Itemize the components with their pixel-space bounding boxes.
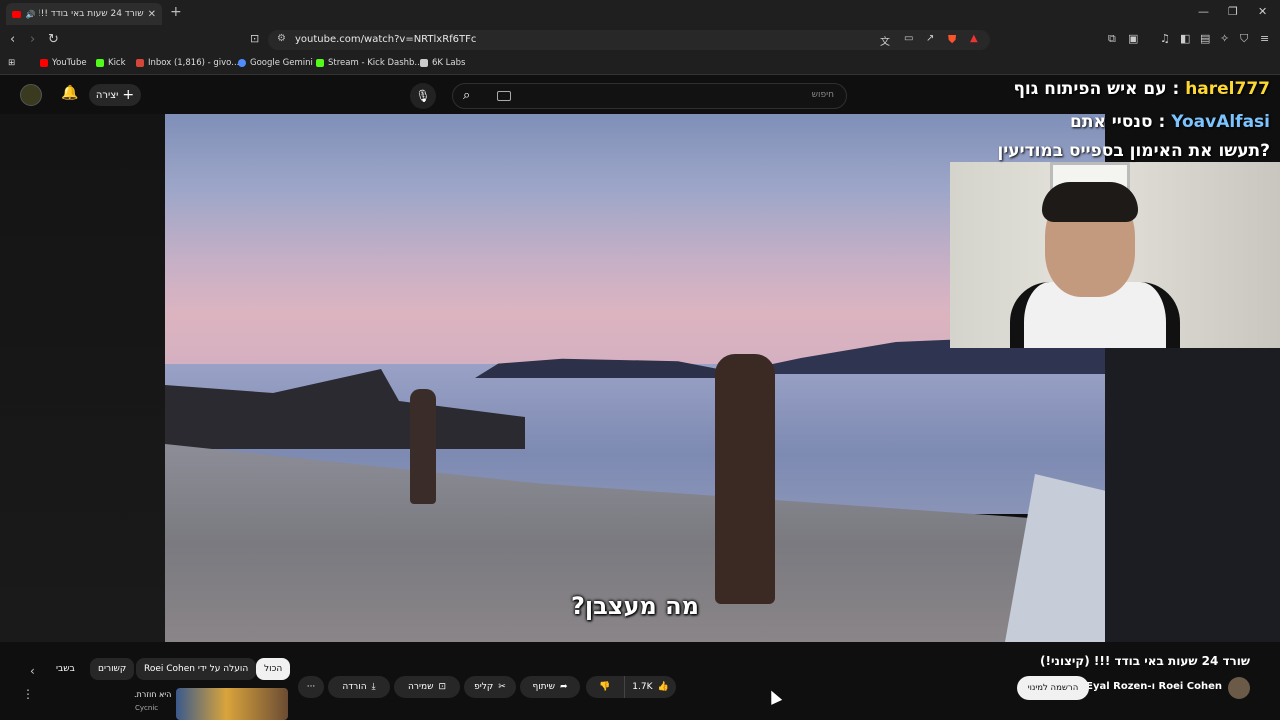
- maximize-button[interactable]: ❐: [1228, 5, 1238, 18]
- chips-scroll-left-icon[interactable]: ‹: [30, 664, 35, 678]
- translate-icon[interactable]: 文: [880, 33, 890, 48]
- audio-icon[interactable]: 🔊: [25, 10, 35, 19]
- brave-rewards-icon[interactable]: ▲: [970, 33, 978, 44]
- url-text: youtube.com/watch?v=NRTlxRf6TFc: [295, 34, 477, 45]
- rec-more-icon[interactable]: ⋮: [22, 687, 34, 701]
- channel-avatar[interactable]: [1228, 677, 1250, 699]
- bookmark-kick-dashboard[interactable]: Stream - Kick Dashb...: [316, 58, 423, 68]
- search-placeholder: חיפוש: [811, 90, 834, 100]
- wallet-icon[interactable]: ▣: [1128, 32, 1138, 45]
- share-button[interactable]: שיתוף ➦: [520, 676, 580, 698]
- 6klabs-icon: [420, 59, 428, 67]
- bookmark-youtube[interactable]: YouTube: [40, 58, 87, 68]
- video-subtitle: מה מעצבן?: [570, 592, 700, 620]
- video-title: שורד 24 שעות באי בודד !!! (קיצוני!): [1040, 654, 1250, 668]
- kick-icon: [96, 59, 104, 67]
- rec-video-thumbnail[interactable]: [176, 688, 288, 720]
- like-button[interactable]: 1.7K 👍: [624, 676, 676, 698]
- bookmark-icon[interactable]: ⊡: [250, 32, 259, 45]
- brave-shield-icon[interactable]: ⛊: [948, 33, 956, 47]
- chip-uploaded-by[interactable]: Roei Cohen הועלה על ידי: [136, 658, 257, 680]
- plus-icon: +: [122, 87, 135, 103]
- chat-text: עם איש הפיתוח גוף: [1013, 79, 1167, 99]
- bookmark-6klabs[interactable]: 6K Labs: [420, 58, 465, 68]
- save-button[interactable]: שמירה ⊡: [394, 676, 460, 698]
- leo-ai-icon[interactable]: ✧: [1220, 32, 1229, 45]
- chat-username: YoavAlfasi: [1171, 112, 1270, 132]
- new-tab-button[interactable]: +: [170, 4, 182, 20]
- bookmarks-bar: ⊞ YouTube Kick Inbox (1,816) - givo... G…: [0, 53, 1280, 75]
- thumbs-up-icon: 👍: [657, 682, 669, 692]
- rec-video-title[interactable]: היא חוזרת.: [134, 690, 171, 699]
- chip-all[interactable]: הכול: [256, 658, 291, 680]
- chat-message-3: ?תעשו את האימון בספייס במודיעין: [997, 141, 1270, 161]
- music-icon[interactable]: ♫: [1160, 32, 1170, 45]
- mic-icon: 🎙: [415, 89, 431, 103]
- gemini-icon: [238, 59, 246, 67]
- chat-text: ?תעשו את האימון בספייס במודיעין: [997, 141, 1270, 161]
- keyboard-icon[interactable]: [497, 91, 511, 101]
- save-bookmark-icon: ⊡: [438, 682, 446, 692]
- tab-title: שורד 24 שעות באי בודד !!! (קי: [39, 9, 144, 19]
- player-left-background: [0, 114, 165, 642]
- menu-icon[interactable]: ≡: [1260, 32, 1269, 45]
- reload-icon[interactable]: ↻: [48, 32, 59, 47]
- address-toolbar: ‹ › ↻ ⊡ ⚙ youtube.com/watch?v=NRTlxRf6TF…: [0, 27, 1280, 53]
- subscribe-button[interactable]: הרשמה למינוי: [1017, 676, 1089, 700]
- dislike-button[interactable]: 👎: [586, 676, 624, 698]
- chat-message-1: harel777 : עם איש הפיתוח גוף: [1013, 79, 1270, 99]
- chat-username: harel777: [1185, 79, 1270, 99]
- webcam-headphones: [1042, 182, 1138, 222]
- scissors-icon: ✂: [498, 682, 506, 692]
- minimize-button[interactable]: —: [1198, 5, 1209, 18]
- site-info-icon[interactable]: ⚙: [277, 33, 286, 44]
- bookmark-kick[interactable]: Kick: [96, 58, 126, 68]
- bookmark-gemini[interactable]: Google Gemini: [238, 58, 313, 68]
- search-icon[interactable]: ⌕: [463, 88, 470, 103]
- tab-search-icon[interactable]: ▤: [1200, 32, 1210, 45]
- share-arrow-icon: ➦: [559, 682, 568, 692]
- channel-name[interactable]: Eyal Rozen-ו Roei Cohen: [1086, 681, 1222, 692]
- notifications-bell-icon[interactable]: 🔔: [61, 85, 78, 101]
- search-input[interactable]: ⌕ חיפוש: [452, 83, 847, 109]
- close-window-button[interactable]: ✕: [1258, 5, 1267, 18]
- forward-icon[interactable]: ›: [30, 32, 35, 47]
- chat-message-2: YoavAlfasi : סנסיי אתם: [1070, 112, 1270, 132]
- below-video-area: שורד 24 שעות באי בודד !!! (קיצוני!) Eyal…: [0, 642, 1280, 720]
- download-icon: ⤓: [371, 682, 376, 692]
- url-bar[interactable]: ⚙ youtube.com/watch?v=NRTlxRf6TFc 文 ▭ ↗ …: [268, 30, 990, 50]
- thumbs-down-icon: 👎: [599, 682, 611, 692]
- youtube-icon: [40, 59, 48, 67]
- kick-icon: [316, 59, 324, 67]
- cast-icon[interactable]: ▭: [904, 33, 913, 44]
- back-icon[interactable]: ‹: [10, 32, 15, 47]
- video-person-center: [715, 354, 775, 604]
- download-button[interactable]: הורדה ⤓: [328, 676, 390, 698]
- apps-grid-icon[interactable]: ⊞: [8, 58, 15, 68]
- player-right-background: [1105, 348, 1280, 642]
- clip-button[interactable]: קליפ ✂: [464, 676, 516, 698]
- webcam-overlay: [950, 162, 1280, 348]
- rec-channel-name[interactable]: Cycnic: [135, 704, 158, 712]
- create-button[interactable]: יצירה +: [89, 84, 141, 106]
- vpn-icon[interactable]: ⛉: [1240, 32, 1248, 46]
- chip-related[interactable]: קשורים: [90, 658, 135, 680]
- more-actions-button[interactable]: ···: [298, 676, 324, 698]
- gmail-icon: [136, 59, 144, 67]
- tab-close-icon[interactable]: ✕: [148, 9, 156, 20]
- chip-filter-4[interactable]: בשבי: [48, 658, 83, 680]
- bookmark-gmail[interactable]: Inbox (1,816) - givo...: [136, 58, 239, 68]
- sidebar-icon[interactable]: ◧: [1180, 32, 1190, 45]
- extensions-icon[interactable]: ⧉: [1108, 32, 1116, 46]
- browser-tab-bar: 🔊 שורד 24 שעות באי בודד !!! (קי ✕ + — ❐ …: [0, 0, 1280, 27]
- account-avatar[interactable]: [20, 84, 42, 106]
- chat-text: סנסיי אתם: [1070, 112, 1153, 132]
- browser-tab-youtube[interactable]: 🔊 שורד 24 שעות באי בודד !!! (קי ✕: [6, 3, 162, 25]
- youtube-favicon-icon: [12, 10, 22, 18]
- video-person-left: [410, 389, 436, 504]
- voice-search-button[interactable]: 🎙: [410, 83, 436, 109]
- share-icon[interactable]: ↗: [926, 33, 934, 44]
